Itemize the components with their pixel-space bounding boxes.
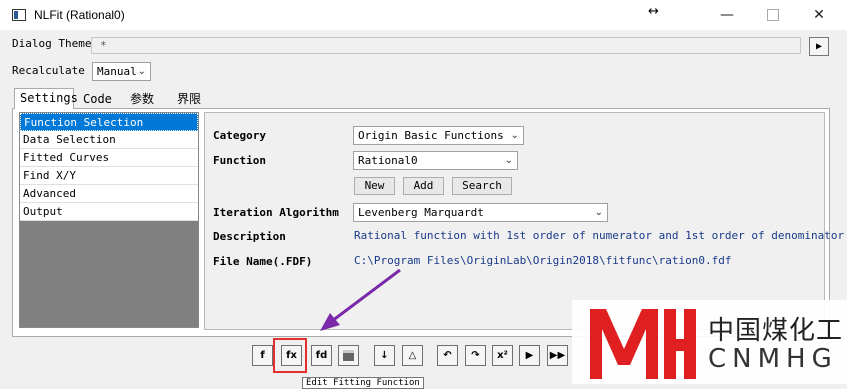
undo-icon[interactable]: ↶ (437, 345, 458, 366)
tree-item-fitted-curves[interactable]: Fitted Curves (20, 149, 198, 167)
tree-item-output[interactable]: Output (20, 203, 198, 221)
save-icon[interactable] (338, 345, 359, 366)
chi-square-icon[interactable]: x² (492, 345, 513, 366)
tab-parameters[interactable]: 参数 (125, 90, 159, 108)
function-value: Rational0 (358, 154, 418, 167)
parameter-icon[interactable]: △ (402, 345, 423, 366)
window-title: NLFit (Rational0) (34, 8, 125, 22)
fit-icon[interactable]: ▶▶ (547, 345, 568, 366)
tree-item-function-selection[interactable]: Function Selection (20, 113, 198, 131)
annotation-arrow-icon (320, 268, 401, 331)
sort-icon[interactable]: ↓ (374, 345, 395, 366)
category-value: Origin Basic Functions (358, 129, 504, 142)
app-icon (12, 9, 26, 21)
highlight-box (273, 338, 307, 373)
one-iteration-icon[interactable]: ↷ (465, 345, 486, 366)
chevron-down-icon: ⌄ (510, 130, 519, 141)
watermark-logo (590, 309, 696, 379)
file-name-value: C:\Program Files\OriginLab\Origin2018\fi… (354, 254, 732, 267)
search-button[interactable]: Search (452, 177, 512, 195)
recalculate-value: Manual (97, 65, 137, 78)
watermark-chinese-text: 中国煤化工 (708, 316, 844, 346)
title-bar: NLFit (Rational0) ↔ — ✕ (0, 0, 847, 30)
tab-code[interactable]: Code (78, 90, 117, 108)
category-label: Category (213, 129, 266, 142)
iteration-algorithm-select[interactable]: Levenberg Marquardt ⌄ (353, 203, 608, 222)
function-select[interactable]: Rational0 ⌄ (353, 151, 518, 170)
chevron-down-icon: ⌄ (504, 155, 513, 166)
dialog-theme-label: Dialog Theme (12, 37, 92, 50)
theme-menu-arrow-icon[interactable]: ▶ (809, 37, 829, 56)
tooltip: Edit Fitting Function (302, 377, 424, 389)
description-value: Rational function with 1st order of nume… (354, 229, 845, 242)
iteration-algorithm-label: Iteration Algorithm (213, 206, 339, 219)
new-button[interactable]: New (354, 177, 395, 195)
fit-function-icon[interactable]: f (252, 345, 273, 366)
chevron-down-icon: ⌄ (137, 66, 146, 77)
chevron-down-icon: ⌄ (594, 207, 603, 218)
fit-until-converged-icon[interactable]: ▶ (519, 345, 540, 366)
description-label: Description (213, 230, 286, 243)
category-select[interactable]: Origin Basic Functions ⌄ (353, 126, 524, 145)
recalculate-select[interactable]: Manual ⌄ (92, 62, 151, 81)
minimize-icon[interactable]: — (704, 0, 750, 30)
add-button[interactable]: Add (403, 177, 444, 195)
function-label: Function (213, 154, 266, 167)
iteration-algorithm-value: Levenberg Marquardt (358, 206, 484, 219)
file-name-label: File Name(.FDF) (213, 255, 313, 268)
dialog-theme-input[interactable]: * (91, 37, 801, 54)
recalculate-label: Recalculate (12, 64, 85, 77)
settings-tree: Function Selection Data Selection Fitted… (19, 112, 199, 328)
close-icon[interactable]: ✕ (796, 0, 842, 30)
maximize-icon[interactable] (750, 0, 796, 30)
resize-icon[interactable]: ↔ (648, 4, 659, 19)
fit-settings-icon[interactable]: fd (311, 345, 332, 366)
tree-item-advanced[interactable]: Advanced (20, 185, 198, 203)
tab-bounds[interactable]: 界限 (172, 90, 206, 108)
tree-item-find-xy[interactable]: Find X/Y (20, 167, 198, 185)
tab-settings[interactable]: Settings (14, 88, 78, 109)
tree-item-data-selection[interactable]: Data Selection (20, 131, 198, 149)
watermark-english-text: CNMHG (708, 344, 838, 374)
